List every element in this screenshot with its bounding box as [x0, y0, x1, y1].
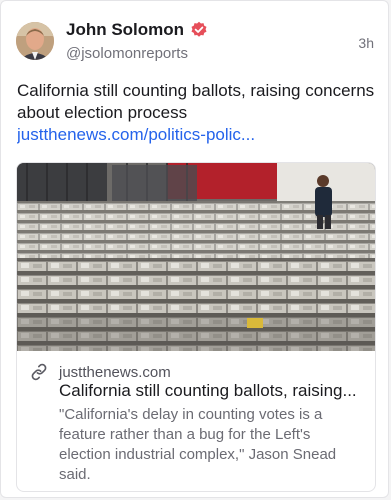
card-description: "California's delay in counting votes is… — [59, 406, 337, 483]
post-text: California still counting ballots, raisi… — [17, 81, 375, 122]
link-preview-card[interactable]: justthenews.com California still countin… — [16, 162, 376, 492]
card-title[interactable]: California still counting ballots, raisi… — [59, 381, 369, 401]
avatar-image — [16, 22, 54, 60]
verified-badge-icon — [191, 21, 207, 37]
author-name[interactable]: John Solomon — [66, 20, 184, 40]
author-handle[interactable]: @jsolomonreports — [66, 45, 188, 62]
post-timestamp[interactable]: 3h — [358, 35, 374, 51]
post-link[interactable]: justthenews.com/politics-polic... — [17, 124, 377, 146]
post-card[interactable]: John Solomon @jsolomonreports 3h Califor… — [0, 0, 389, 498]
post-text-block: California still counting ballots, raisi… — [17, 80, 377, 146]
link-icon — [31, 363, 47, 381]
card-domain: justthenews.com — [59, 363, 171, 381]
author-avatar[interactable] — [16, 22, 54, 60]
warehouse-ballots-photo — [17, 163, 375, 351]
